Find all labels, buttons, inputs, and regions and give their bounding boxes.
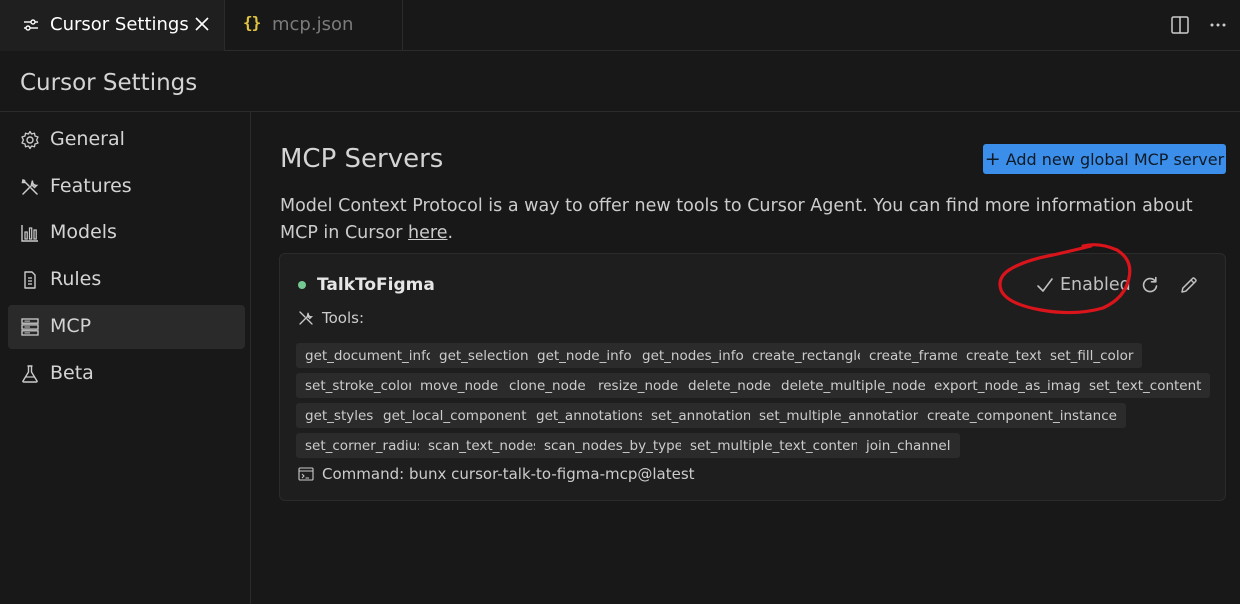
sidebar-item-general[interactable]: General [8,118,245,162]
close-icon[interactable] [192,14,212,34]
settings-sliders-icon [24,19,38,31]
tool-chip: resize_node [589,373,688,398]
split-editor-icon[interactable] [1170,15,1190,35]
tab-label: mcp.json [272,14,354,35]
tool-chip: get_local_components [374,403,543,428]
sidebar-item-mcp[interactable]: MCP [8,305,245,349]
tool-chip: join_channel [857,433,960,458]
server-icon [21,318,39,336]
more-info-link[interactable]: here [408,223,447,243]
tool-chip: set_multiple_text_contents [681,433,881,458]
tool-chip: move_node [411,373,508,398]
tool-chip: get_annotations [527,403,655,428]
tool-chip: create_rectangle [743,343,875,368]
sidebar-item-rules[interactable]: Rules [8,258,245,302]
sidebar-item-label: General [50,128,125,150]
tool-chip: scan_text_nodes [419,433,550,458]
terminal-icon [298,467,314,481]
flask-icon [22,365,38,383]
tool-chip: scan_nodes_by_types [535,433,700,458]
sidebar-item-label: Features [50,175,132,197]
description-suffix: . [447,223,454,243]
tool-chip: create_component_instance [918,403,1126,428]
tab-label: Cursor Settings [50,14,189,35]
tool-chip: get_document_info [296,343,444,368]
check-icon [1037,278,1053,292]
tools-icon [21,179,39,195]
page-title: Cursor Settings [20,70,198,96]
command-label: Command: [322,465,405,483]
tools-icon [299,311,314,325]
server-name: TalkToFigma [317,275,435,295]
add-button-label: Add new global MCP server [1005,149,1225,169]
refresh-icon[interactable] [1140,275,1160,295]
tool-chip: get_nodes_info [633,343,753,368]
tool-chip: set_annotation [642,403,761,428]
tool-chip: delete_node [679,373,780,398]
pencil-icon[interactable] [1179,275,1199,295]
sidebar-item-label: Models [50,221,117,243]
bar-chart-icon [21,225,38,242]
tool-chip: export_node_as_image [925,373,1099,398]
editor-tab-bar: Cursor Settings {} mcp.json [0,0,1240,51]
gear-icon [21,130,39,150]
section-description: Model Context Protocol is a way to offer… [280,193,1210,247]
sidebar-item-label: MCP [50,315,92,337]
tool-chip: set_fill_color [1041,343,1143,368]
sidebar-item-beta[interactable]: Beta [8,352,245,396]
tool-chip: set_corner_radius [296,433,434,458]
tool-chip: create_text [957,343,1052,368]
tool-chip: get_styles [296,403,383,428]
tool-chip: set_multiple_annotations [750,403,938,428]
tool-chip: set_text_content [1080,373,1211,398]
json-braces-icon: {} [243,13,261,32]
tool-chip: clone_node [500,373,595,398]
section-title: MCP Servers [280,144,444,174]
tab-mcp-json[interactable]: {} mcp.json [225,0,403,51]
status-indicator [298,281,306,289]
settings-sidebar: General Features Models Rules MCP Beta [0,112,251,604]
plus-icon: + [984,148,1001,170]
sidebar-item-features[interactable]: Features [8,165,245,209]
add-global-mcp-server-button[interactable]: + Add new global MCP server [983,144,1226,174]
tool-chip: set_stroke_color [296,373,423,398]
document-icon [24,271,36,289]
command-value: bunx cursor-talk-to-figma-mcp@latest [409,465,695,483]
tool-chip: create_frame [860,343,968,368]
more-actions-icon[interactable] [1208,15,1228,35]
tool-chip: get_selection [430,343,538,368]
sidebar-item-label: Rules [50,268,102,290]
sidebar-item-label: Beta [50,362,94,384]
tab-cursor-settings[interactable]: Cursor Settings [0,0,225,51]
tool-chip: get_node_info [528,343,641,368]
sidebar-item-models[interactable]: Models [8,211,245,255]
enabled-toggle[interactable]: Enabled [1060,275,1131,295]
tools-label: Tools: [322,309,365,327]
tool-chip: delete_multiple_nodes [772,373,942,398]
